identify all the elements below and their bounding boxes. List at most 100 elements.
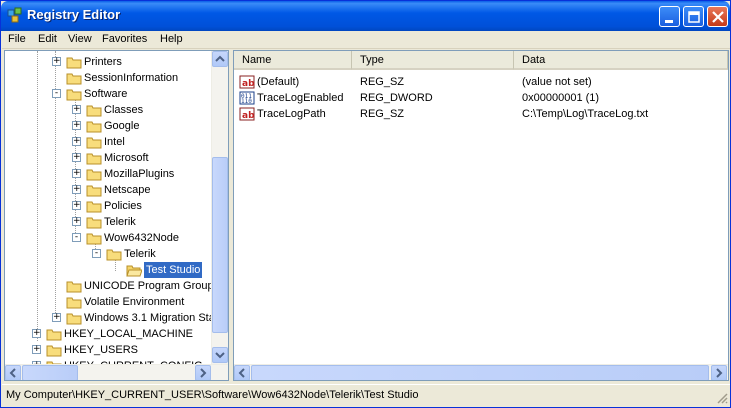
svg-text:ab: ab xyxy=(242,79,255,89)
registry-editor-window: Registry Editor File Edit View Favorites… xyxy=(0,0,731,408)
tree-item[interactable]: UNICODE Program Groups xyxy=(5,278,219,294)
tree-item[interactable]: + Intel xyxy=(5,134,211,150)
folder-icon xyxy=(86,169,102,181)
open-folder-icon xyxy=(126,265,142,277)
folder-icon xyxy=(66,57,82,69)
value-row[interactable]: 011 110 TraceLogEnabled REG_DWORD 0x00000001… xyxy=(234,90,728,106)
expand-icon[interactable]: + xyxy=(32,345,41,354)
values-list[interactable]: Name Type Data ab (Default) REG_SZ (value n… xyxy=(233,50,729,381)
scroll-thumb[interactable] xyxy=(212,157,228,333)
tree-item[interactable]: + Printers xyxy=(5,54,211,70)
collapse-icon[interactable]: - xyxy=(92,249,101,258)
tree-item[interactable]: + HKEY_LOCAL_MACHINE xyxy=(5,326,211,342)
tree-item[interactable]: + Google xyxy=(5,118,211,134)
folder-icon xyxy=(86,233,102,245)
tree-item[interactable]: + Policies xyxy=(5,198,211,214)
tree-horizontal-scrollbar[interactable] xyxy=(5,364,228,380)
column-header-data[interactable]: Data xyxy=(514,51,728,70)
expand-icon[interactable]: + xyxy=(72,185,81,194)
status-bar: My Computer\HKEY_CURRENT_USER\Software\W… xyxy=(2,384,730,406)
folder-icon xyxy=(86,201,102,213)
chevron-down-icon xyxy=(215,352,225,359)
value-name: TraceLogPath xyxy=(257,108,326,120)
chevron-left-icon xyxy=(9,368,16,378)
menu-favorites[interactable]: Favorites xyxy=(102,33,147,45)
list-horizontal-scrollbar[interactable] xyxy=(234,364,728,380)
menu-edit[interactable]: Edit xyxy=(38,33,57,45)
tree-item[interactable]: Volatile Environment xyxy=(5,294,211,310)
registry-tree[interactable]: + Printers SessionInformation - Software + Cla… xyxy=(4,50,229,381)
expand-icon[interactable]: + xyxy=(72,105,81,114)
window-title: Registry Editor xyxy=(27,7,121,22)
folder-icon xyxy=(86,137,102,149)
expand-icon[interactable]: + xyxy=(72,153,81,162)
tree-item-label: Microsoft xyxy=(104,152,149,164)
value-row[interactable]: ab (Default) REG_SZ (value not set) xyxy=(234,74,728,90)
expand-icon[interactable]: + xyxy=(72,121,81,130)
folder-icon xyxy=(86,121,102,133)
tree-item[interactable]: + Classes xyxy=(5,102,211,118)
expand-icon[interactable]: + xyxy=(52,313,61,322)
scroll-left-button[interactable] xyxy=(234,365,250,380)
minimize-button[interactable] xyxy=(659,6,680,27)
scroll-right-button[interactable] xyxy=(195,365,211,380)
svg-text:ab: ab xyxy=(242,111,255,121)
tree-item-label: Wow6432Node xyxy=(104,232,180,244)
menu-help[interactable]: Help xyxy=(160,33,183,45)
value-type: REG_DWORD xyxy=(360,92,433,104)
tree-item[interactable]: + Telerik xyxy=(5,214,211,230)
expand-icon[interactable]: + xyxy=(52,57,61,66)
tree-item[interactable]: - Wow6432Node xyxy=(5,230,211,246)
tree-item-label: SessionInformation xyxy=(84,72,179,84)
value-data: 0x00000001 (1) xyxy=(522,92,600,104)
tree-item[interactable]: - Software xyxy=(5,86,211,102)
menu-view[interactable]: View xyxy=(68,33,92,45)
menu-file[interactable]: File xyxy=(8,33,26,45)
expand-icon[interactable]: + xyxy=(72,169,81,178)
tree-item[interactable]: + Netscape xyxy=(5,182,211,198)
column-header-name[interactable]: Name xyxy=(234,51,352,70)
expand-icon[interactable]: + xyxy=(72,201,81,210)
chevron-right-icon xyxy=(716,368,723,378)
value-row[interactable]: ab TraceLogPath REG_SZ C:\Temp\Log\TraceLog… xyxy=(234,106,728,122)
tree-item[interactable]: Test Studio xyxy=(5,262,211,278)
resize-grip-icon[interactable] xyxy=(716,392,728,404)
tree-item[interactable]: + Windows 3.1 Migration Status xyxy=(5,310,228,326)
binary-value-icon: 011110 xyxy=(239,91,255,105)
scroll-left-button[interactable] xyxy=(5,365,21,380)
close-icon xyxy=(712,11,724,23)
scroll-thumb[interactable] xyxy=(251,365,709,380)
tree-item-label: MozillaPlugins xyxy=(104,168,175,180)
collapse-icon[interactable]: - xyxy=(52,89,61,98)
scroll-up-button[interactable] xyxy=(212,51,228,67)
value-name: TraceLogEnabled xyxy=(257,92,344,104)
tree-item[interactable]: + Microsoft xyxy=(5,150,211,166)
scroll-down-button[interactable] xyxy=(212,347,228,363)
expand-icon[interactable]: + xyxy=(72,217,81,226)
tree-item[interactable]: - Telerik xyxy=(5,246,211,262)
scroll-thumb[interactable] xyxy=(22,365,78,380)
expand-icon[interactable]: + xyxy=(32,329,41,338)
folder-icon xyxy=(86,153,102,165)
scroll-right-button[interactable] xyxy=(711,365,727,380)
value-type: REG_SZ xyxy=(360,76,405,88)
value-name: (Default) xyxy=(257,76,300,88)
tree-item[interactable]: + HKEY_USERS xyxy=(5,342,211,358)
title-bar[interactable]: Registry Editor xyxy=(1,1,730,31)
folder-icon xyxy=(46,329,62,341)
folder-icon xyxy=(86,217,102,229)
tree-item-label: HKEY_USERS xyxy=(64,344,138,356)
folder-icon xyxy=(86,105,102,117)
string-value-icon: ab xyxy=(239,75,255,89)
tree-item[interactable]: SessionInformation xyxy=(5,70,211,86)
tree-item[interactable]: + MozillaPlugins xyxy=(5,166,211,182)
tree-item-label: Netscape xyxy=(104,184,151,196)
column-header-type[interactable]: Type xyxy=(352,51,514,70)
close-button[interactable] xyxy=(707,6,728,27)
collapse-icon[interactable]: - xyxy=(72,233,81,242)
expand-icon[interactable]: + xyxy=(72,137,81,146)
tree-vertical-scrollbar[interactable] xyxy=(211,51,228,364)
folder-icon xyxy=(66,281,82,293)
maximize-button[interactable] xyxy=(683,6,704,27)
tree-item-label: Printers xyxy=(84,56,122,68)
